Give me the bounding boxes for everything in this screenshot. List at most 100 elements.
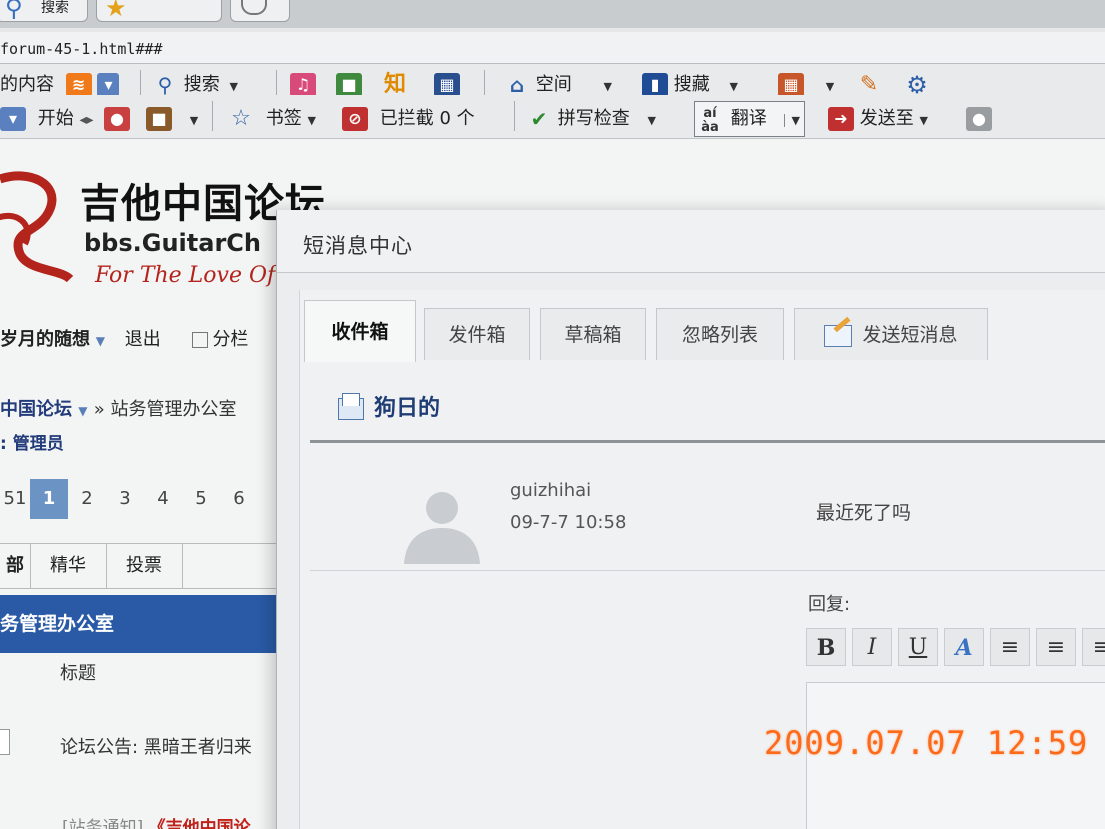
- magnifier-icon: ⚲: [157, 73, 173, 97]
- film-icon: ▦: [434, 73, 460, 97]
- moderator-label: : 管理员: [0, 434, 64, 454]
- align-right-button[interactable]: ≡: [1082, 628, 1105, 666]
- column-title-header: 标题: [60, 663, 96, 684]
- plugin-icon: ●: [104, 107, 130, 131]
- user-bar: 岁月的随想 ▼ 退出 分栏: [0, 325, 248, 351]
- breadcrumb-current[interactable]: » 站务管理办公室: [94, 399, 237, 420]
- tab-inbox[interactable]: 收件箱: [304, 300, 416, 362]
- page-current: 1: [30, 479, 68, 519]
- rss-icon[interactable]: ≋: [65, 73, 92, 97]
- chevron-down-icon[interactable]: ▼: [729, 80, 737, 93]
- reply-label: 回复:: [808, 594, 851, 615]
- chevron-down-icon[interactable]: ▼: [784, 114, 800, 127]
- tab-drafts[interactable]: 草稿箱: [540, 308, 646, 360]
- message-timestamp: 09-7-7 10:58: [510, 512, 627, 533]
- photo-date-stamp: 2009.07.07 12:59: [764, 724, 1089, 762]
- browser-tab-search[interactable]: ⚲ 搜索: [0, 0, 88, 22]
- logout-link[interactable]: 退出: [125, 329, 161, 350]
- dropdown-arrow-icon[interactable]: ▾: [0, 107, 26, 131]
- page-link[interactable]: 4: [144, 479, 182, 519]
- sendto-label: 发送至: [859, 108, 914, 129]
- filter-poll[interactable]: 投票: [106, 544, 183, 588]
- browser-tab-other[interactable]: [230, 0, 290, 22]
- screenshot: ⚲ 搜索 ★ forum-45-1.html### 的内容 ≋ ▾ ⚲ 搜索 ▼…: [0, 0, 1105, 829]
- spellcheck-icon: ✔: [530, 107, 548, 131]
- bookmark-book-icon: ▮: [642, 73, 668, 97]
- extension-button[interactable]: ●: [966, 105, 992, 133]
- layout-checkbox[interactable]: [192, 332, 209, 348]
- send-message-label: 发送短消息: [862, 324, 958, 346]
- popup-blocker-button[interactable]: ⊘ 已拦截 0 个: [342, 105, 475, 133]
- announcement-icon: [0, 729, 10, 755]
- toolkit-icon: ■: [146, 107, 172, 131]
- chevron-down-icon[interactable]: ▼: [826, 80, 834, 93]
- compose-pencil-icon: [824, 324, 853, 347]
- chevron-down-icon[interactable]: ▼: [96, 334, 105, 348]
- toolkit-button[interactable]: ■ ▼: [146, 105, 198, 133]
- tab-send-message[interactable]: 发送短消息: [794, 308, 988, 360]
- chevron-down-icon[interactable]: ▼: [919, 114, 927, 127]
- page-link[interactable]: 5: [182, 479, 220, 519]
- font-color-button[interactable]: A: [944, 628, 984, 666]
- layout-option-label: 分栏: [212, 329, 249, 350]
- blocked-label: 已拦截 0 个: [379, 108, 475, 129]
- tab-outbox[interactable]: 发件箱: [424, 308, 530, 360]
- bookmarks-button[interactable]: ☆ 书签 ▼: [228, 105, 316, 133]
- music-icon: ♫: [290, 73, 316, 97]
- send-to-button[interactable]: ➜ 发送至 ▼: [828, 105, 928, 133]
- chevron-down-icon[interactable]: ▼: [307, 114, 315, 127]
- dropdown-arrow-icon[interactable]: ▾: [97, 73, 120, 97]
- notice-title: 《吉他中国论: [148, 818, 251, 829]
- home-icon: ⌂: [509, 73, 525, 97]
- start-label: 开始: [37, 108, 74, 129]
- translate-icon: aí àa: [701, 106, 719, 135]
- forum-logo-tagline: For The Love Of: [95, 263, 276, 288]
- search-label: 搜索: [183, 74, 220, 95]
- zhi-label: 知: [384, 72, 407, 97]
- dragon-logo-icon: [0, 171, 74, 283]
- board-header: 务管理办公室: [0, 595, 280, 653]
- toolbar-separator: [212, 101, 213, 131]
- bookmarks-label: 书签: [265, 108, 302, 129]
- chevron-down-icon[interactable]: ▼: [647, 114, 655, 127]
- chevron-down-icon[interactable]: ▼: [603, 80, 611, 93]
- announcement-link[interactable]: 论坛公告: 黑暗王者归来: [60, 733, 252, 759]
- address-url: forum-45-1.html###: [0, 40, 163, 58]
- chevron-down-icon[interactable]: ▼: [229, 80, 237, 93]
- start-button[interactable]: ▾ 开始 ◂▸: [0, 105, 94, 133]
- bold-button[interactable]: B: [806, 628, 846, 666]
- browser-toolbar-secondary: ▾ 开始 ◂▸ ● ■ ▼ ☆ 书签 ▼ ⊘ 已拦截 0 个 ✔ 拼写检查 ▼ …: [0, 95, 1105, 139]
- message-subject-row: 狗日的: [310, 388, 1105, 443]
- align-center-button[interactable]: ≡: [1036, 628, 1076, 666]
- content-label: 的内容: [0, 74, 54, 95]
- underline-button[interactable]: U: [898, 628, 938, 666]
- italic-button[interactable]: I: [852, 628, 892, 666]
- filter-all[interactable]: 部: [0, 544, 31, 588]
- message-sender[interactable]: guizhihai: [510, 480, 591, 501]
- translate-button[interactable]: aí àa 翻译 ▼: [694, 101, 805, 137]
- chevron-down-icon[interactable]: ▼: [78, 404, 87, 418]
- blocker-icon: ⊘: [342, 107, 368, 131]
- page-link[interactable]: 6: [220, 479, 258, 519]
- page-link[interactable]: 51: [0, 479, 30, 519]
- browser-tab-label: 搜索: [41, 0, 69, 16]
- windows-icon: ▦: [778, 73, 804, 97]
- breadcrumb-home[interactable]: 中国论坛: [0, 399, 72, 420]
- plugin-button[interactable]: ●: [104, 105, 130, 133]
- align-left-button[interactable]: ≡: [990, 628, 1030, 666]
- page-link[interactable]: 2: [68, 479, 106, 519]
- browser-tab-favorites[interactable]: ★: [96, 0, 222, 22]
- tab-ignore-list[interactable]: 忽略列表: [656, 308, 784, 360]
- message-tabs: 收件箱 发件箱 草稿箱 忽略列表 发送短消息: [304, 298, 1104, 362]
- notice-row[interactable]: [站务通知] 《吉他中国论: [62, 813, 251, 829]
- forum-logo-domain: bbs.GuitarCh: [84, 229, 261, 257]
- chevron-down-icon[interactable]: ▼: [190, 114, 198, 127]
- username-link[interactable]: 岁月的随想: [0, 329, 90, 350]
- address-bar[interactable]: forum-45-1.html###: [0, 32, 1105, 64]
- gear-icon: ⚙: [906, 71, 928, 99]
- send-page-icon: ➜: [828, 107, 854, 131]
- page-link[interactable]: 3: [106, 479, 144, 519]
- spellcheck-button[interactable]: ✔ 拼写检查 ▼: [526, 105, 656, 133]
- space-label: 空间: [535, 74, 572, 95]
- filter-digest[interactable]: 精华: [30, 544, 107, 588]
